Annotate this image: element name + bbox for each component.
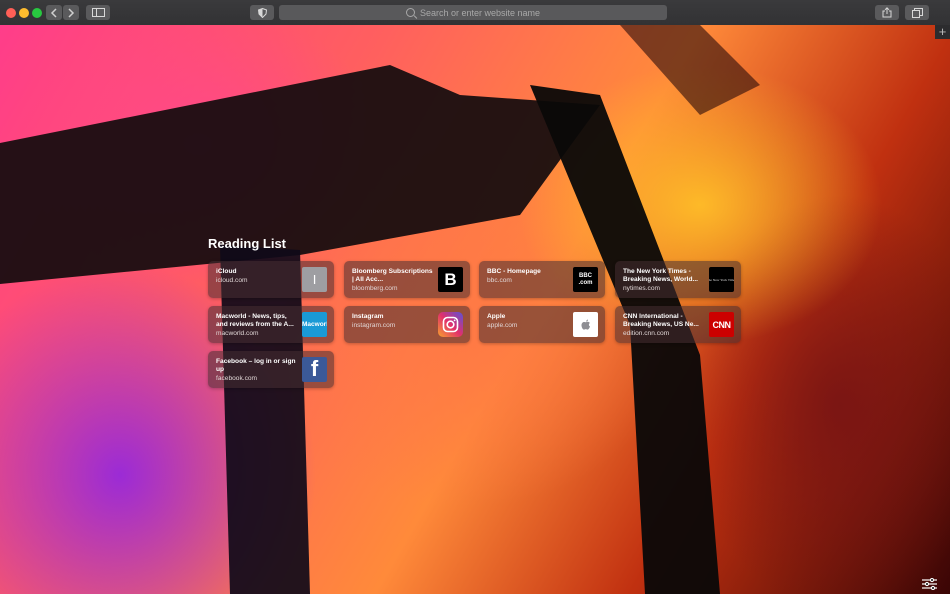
reading-list-item[interactable]: BBC - Homepage bbc.com BBC .com	[479, 261, 605, 298]
apple-glyph-icon	[581, 319, 590, 330]
item-title: iCloud	[216, 268, 237, 275]
reading-list-item[interactable]: Bloomberg Subscriptions | All Acc... blo…	[344, 261, 470, 298]
reading-list-item[interactable]: Apple apple.com	[479, 306, 605, 343]
sidebar-icon	[91, 8, 105, 17]
item-title: Facebook – log in or sign up	[216, 358, 296, 373]
chevron-left-icon	[50, 7, 57, 18]
item-url: facebook.com	[216, 375, 258, 382]
back-button[interactable]	[46, 5, 62, 20]
close-window-button[interactable]	[6, 8, 16, 18]
item-title: BBC - Homepage	[487, 268, 541, 275]
zoom-window-button[interactable]	[32, 8, 42, 18]
bbc-logo-icon: BBC .com	[573, 267, 598, 292]
facebook-logo-icon: f	[302, 357, 327, 382]
background-image	[0, 25, 760, 594]
privacy-report-button[interactable]	[250, 5, 274, 20]
item-url: bbc.com	[487, 277, 512, 284]
item-url: instagram.com	[352, 322, 396, 329]
start-page-background	[0, 25, 950, 594]
reading-list-item[interactable]: The New York Times - Breaking News, Worl…	[615, 261, 741, 298]
reading-list-item[interactable]: Instagram instagram.com	[344, 306, 470, 343]
search-icon	[405, 8, 415, 17]
item-title: Bloomberg Subscriptions | All Acc...	[352, 268, 433, 283]
bloomberg-logo-icon: B	[438, 267, 463, 292]
macworld-logo-icon: Macworld	[302, 312, 327, 337]
item-url: bloomberg.com	[352, 285, 398, 292]
sidebar-button[interactable]	[86, 5, 110, 20]
browser-toolbar: Search or enter website name	[0, 0, 950, 26]
tab-overview-button[interactable]	[905, 5, 929, 20]
reading-list-item[interactable]: iCloud icloud.com I	[208, 261, 334, 298]
item-url: edition.cnn.com	[623, 330, 670, 337]
item-title: CNN International - Breaking News, US Ne…	[623, 313, 699, 328]
item-title: Instagram	[352, 313, 384, 320]
reading-list-item[interactable]: Macworld - News, tips, and reviews from …	[208, 306, 334, 343]
cnn-logo-icon: CNN	[709, 312, 734, 337]
address-bar[interactable]: Search or enter website name	[279, 5, 667, 20]
address-placeholder: Search or enter website name	[419, 7, 541, 18]
item-url: macworld.com	[216, 330, 259, 337]
share-icon	[882, 7, 892, 18]
share-button[interactable]	[875, 5, 899, 20]
forward-button[interactable]	[63, 5, 79, 20]
item-title: Macworld - News, tips, and reviews from …	[216, 313, 294, 328]
instagram-glyph-icon	[442, 316, 459, 333]
instagram-logo-icon	[438, 312, 463, 337]
shield-icon	[257, 7, 267, 18]
icloud-letter-icon: I	[302, 267, 327, 292]
apple-logo-icon	[573, 312, 598, 337]
tabs-icon	[911, 7, 923, 18]
new-tab-button[interactable]: +	[935, 25, 950, 39]
item-url: apple.com	[487, 322, 518, 329]
item-url: nytimes.com	[623, 285, 661, 292]
reading-list-item[interactable]: CNN International - Breaking News, US Ne…	[615, 306, 741, 343]
reading-list-title: Reading List	[208, 236, 287, 251]
item-title: The New York Times - Breaking News, Worl…	[623, 268, 698, 283]
chevron-right-icon	[68, 7, 75, 18]
item-title: Apple	[487, 313, 506, 320]
minimize-window-button[interactable]	[19, 8, 29, 18]
nytimes-logo-icon: The New York Times	[709, 267, 734, 292]
reading-list-item[interactable]: Facebook – log in or sign up facebook.co…	[208, 351, 334, 388]
item-url: icloud.com	[216, 277, 248, 284]
start-page-settings-icon[interactable]	[922, 578, 937, 590]
